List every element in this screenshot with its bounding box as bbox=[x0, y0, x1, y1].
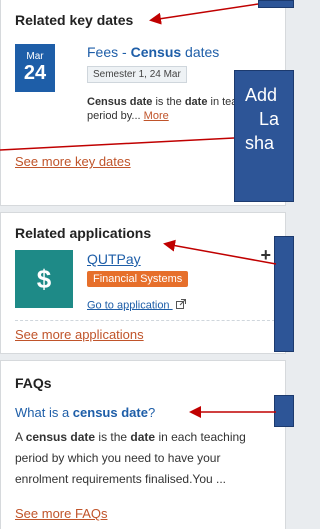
date-badge: Mar 24 bbox=[15, 44, 55, 92]
see-more-faqs-link[interactable]: See more FAQs bbox=[15, 506, 107, 521]
desc-bold-date: date bbox=[184, 96, 208, 108]
desc-bold-census: Census date bbox=[87, 96, 153, 108]
callout-box-applications bbox=[274, 236, 294, 352]
desc-mid: is the bbox=[152, 96, 185, 108]
callout-box-top bbox=[258, 0, 294, 8]
add-application-plus-icon[interactable]: + bbox=[260, 245, 271, 266]
app-category-tag: Financial Systems bbox=[87, 271, 189, 287]
divider bbox=[15, 320, 275, 321]
app-name-link[interactable]: QUTPay bbox=[87, 251, 141, 267]
faq-a-mid: is the bbox=[95, 430, 131, 444]
faq-q-post: ? bbox=[147, 405, 156, 420]
faq-answer: A census date is the date in each teachi… bbox=[15, 427, 277, 490]
faq-q-pre: What is a bbox=[15, 405, 73, 420]
semester-chip: Semester 1, 24 Mar bbox=[87, 66, 187, 83]
external-link-icon bbox=[175, 299, 186, 312]
date-month: Mar bbox=[26, 51, 44, 62]
key-date-title-bold: Census bbox=[130, 44, 182, 60]
faqs-title: FAQs bbox=[15, 375, 52, 391]
go-to-application-link[interactable]: Go to application bbox=[87, 299, 186, 312]
faqs-panel: FAQs What is a census date? A census dat… bbox=[0, 360, 286, 529]
see-more-applications-link[interactable]: See more applications bbox=[15, 327, 144, 342]
faq-a-bold-date: date bbox=[130, 430, 156, 444]
go-to-application-label: Go to application bbox=[87, 299, 170, 312]
dollar-icon[interactable]: $ bbox=[15, 250, 73, 308]
faq-a-bold-census: census date bbox=[25, 430, 96, 444]
see-more-key-dates-link[interactable]: See more key dates bbox=[15, 154, 131, 169]
date-day: 24 bbox=[23, 62, 47, 84]
more-link[interactable]: More bbox=[144, 110, 169, 122]
faq-a-pre: A bbox=[15, 430, 26, 444]
callout-box-main: Add La sha bbox=[234, 70, 294, 202]
applications-panel: Related applications $ QUTPay Financial … bbox=[0, 212, 286, 354]
key-dates-title: Related key dates bbox=[15, 12, 134, 28]
faq-question-link[interactable]: What is a census date? bbox=[15, 405, 155, 420]
key-date-title-pre: Fees - bbox=[87, 44, 131, 60]
faq-q-bold: census date bbox=[72, 405, 148, 420]
callout-line-3: sha bbox=[245, 133, 275, 153]
callout-line-1: Add bbox=[245, 85, 278, 105]
callout-line-2: La bbox=[259, 109, 280, 129]
key-date-link[interactable]: Fees - Census dates bbox=[87, 44, 219, 60]
callout-box-faq bbox=[274, 395, 294, 427]
key-date-title-post: dates bbox=[181, 44, 220, 60]
applications-title: Related applications bbox=[15, 225, 152, 241]
